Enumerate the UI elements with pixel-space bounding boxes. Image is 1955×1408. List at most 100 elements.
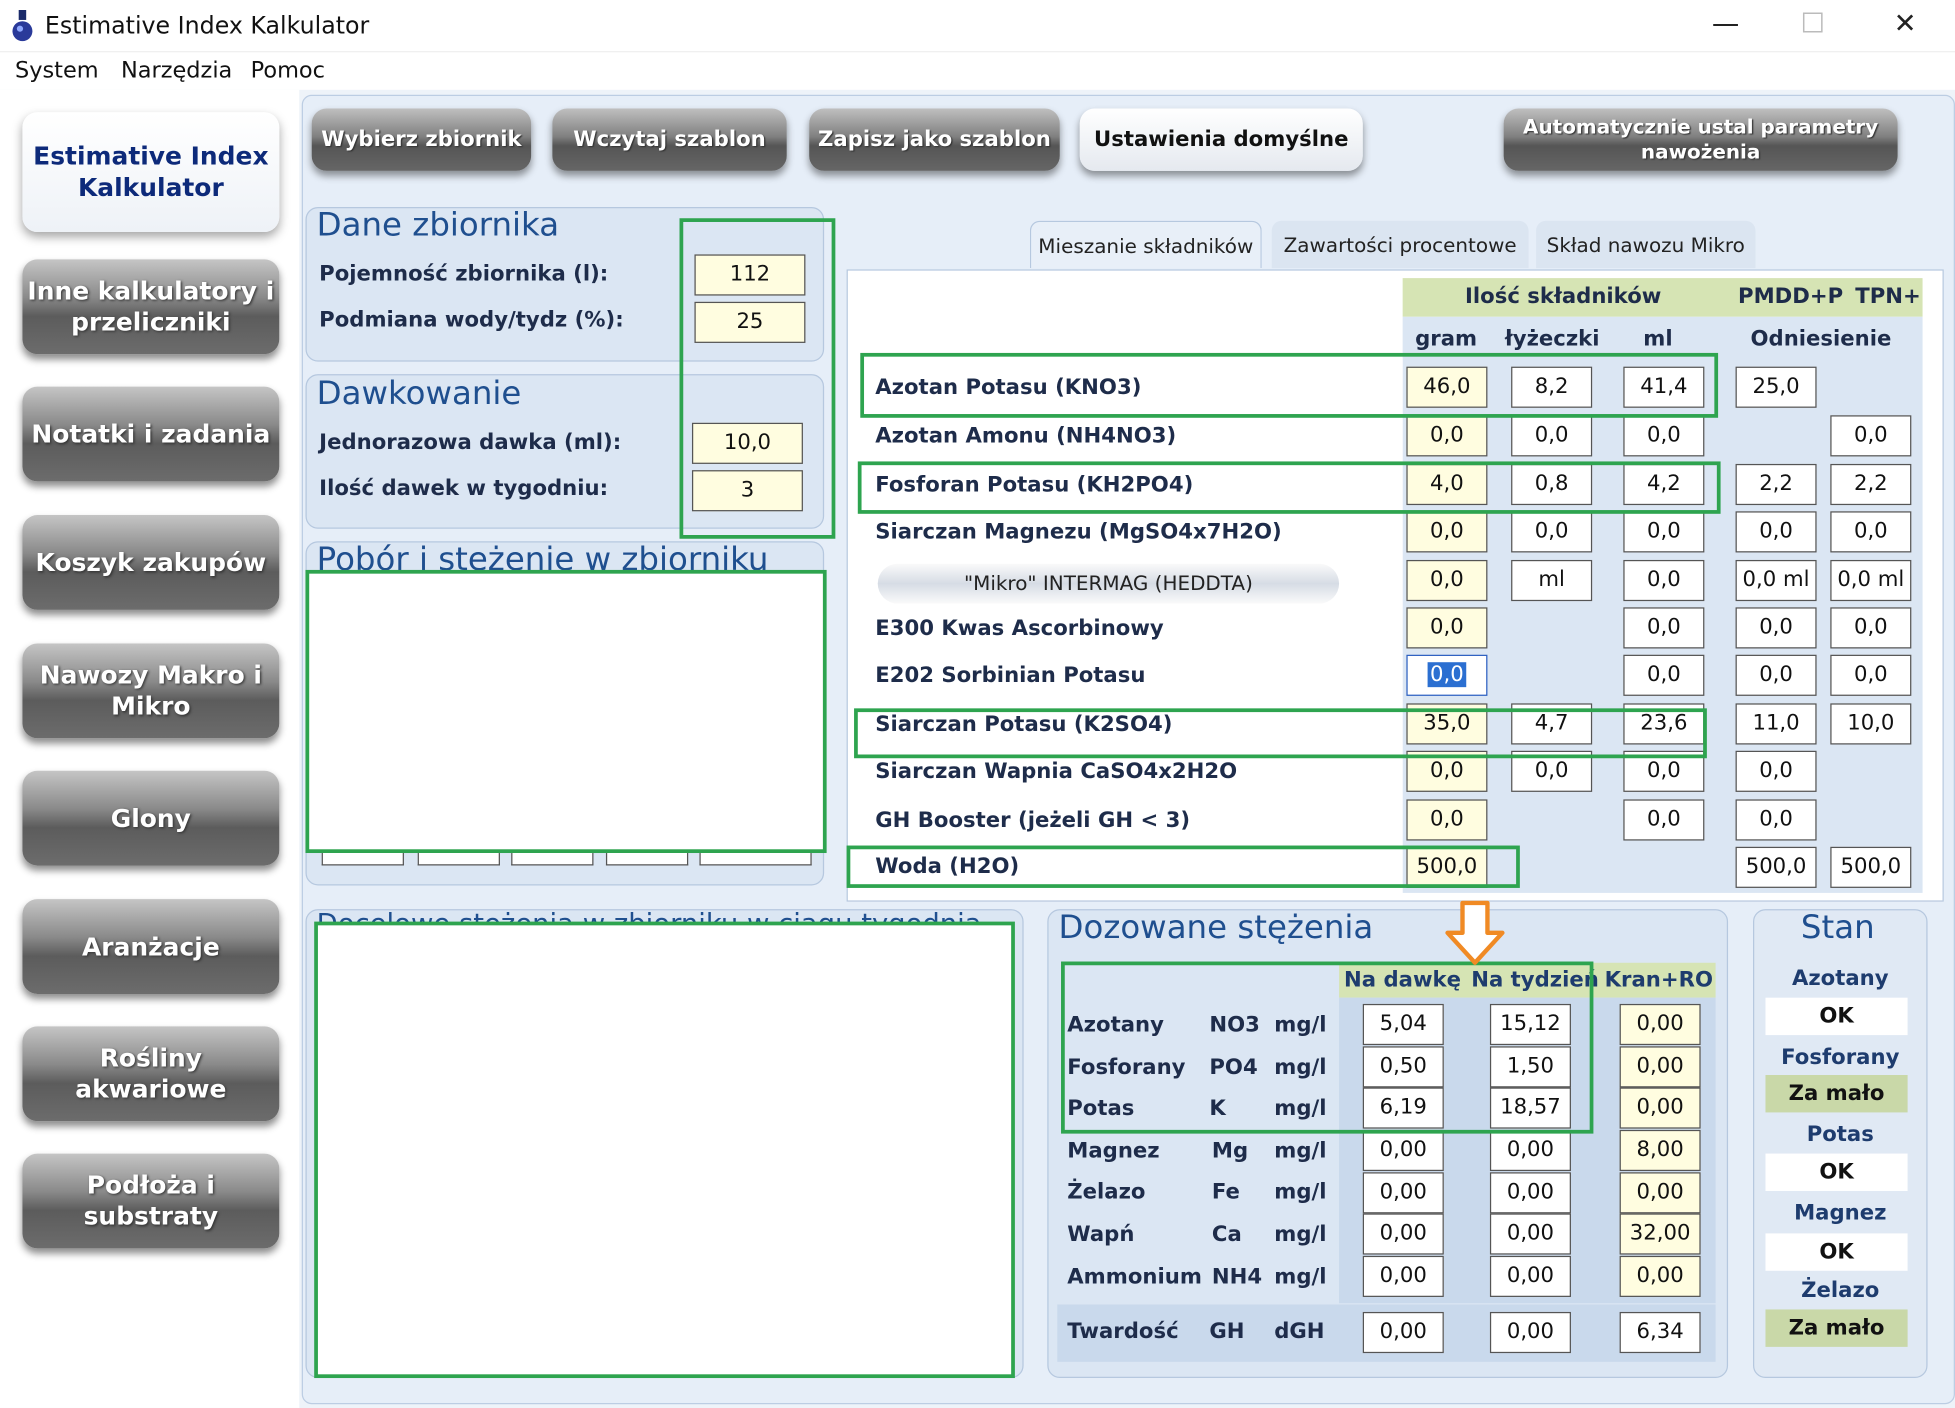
dosed-tap-input[interactable]: 8,00 xyxy=(1619,1129,1701,1172)
mix-row-label: E300 Kwas Ascorbinowy xyxy=(875,616,1164,642)
uptake-cell xyxy=(321,853,404,866)
highlight-weekly xyxy=(314,921,1015,1379)
mix-ml-field: 0,0 xyxy=(1623,511,1705,553)
mix-pmdd-field: 0,0 xyxy=(1735,607,1817,649)
hardness-dose-field: 0,00 xyxy=(1362,1311,1444,1354)
status-label: Potas xyxy=(1806,1122,1874,1148)
hardness-tap-field: 6,34 xyxy=(1619,1311,1701,1354)
highlight-k2so4 xyxy=(854,708,1707,759)
dosed-week-field: 0,00 xyxy=(1489,1172,1571,1214)
hdr-gram: gram xyxy=(1415,326,1478,352)
flask-icon xyxy=(12,9,33,42)
dosed-row-unit: mg/l xyxy=(1274,1138,1327,1164)
mix-gram-input[interactable]: 0,0 xyxy=(1406,559,1488,602)
mix-tpn-field: 0,0 ml xyxy=(1830,559,1912,602)
mix-gram-input[interactable]: 0,0 xyxy=(1406,415,1488,457)
highlight-kh2po4 xyxy=(857,461,1721,514)
status-badge: Za mało xyxy=(1765,1075,1908,1113)
menu-system[interactable]: System xyxy=(15,57,99,83)
auto-fertilize-button[interactable]: Automatycznie ustal parametry nawożenia xyxy=(1503,108,1898,171)
dosed-row-symbol: Ca xyxy=(1211,1222,1242,1248)
mix-pmdd-field: 2,2 xyxy=(1735,463,1817,506)
dosed-row-symbol: Mg xyxy=(1211,1138,1249,1164)
hardness-week-field: 0,00 xyxy=(1489,1311,1571,1354)
close-button[interactable]: ✕ xyxy=(1880,7,1930,44)
mix-gram-input[interactable]: 0,0 xyxy=(1406,511,1488,553)
nav-koszyk[interactable]: Koszyk zakupów xyxy=(22,515,280,610)
highlight-uptake xyxy=(305,569,827,854)
mix-gram-input-focused[interactable]: 0,0 xyxy=(1406,654,1488,696)
mix-gram-input[interactable]: 0,0 xyxy=(1406,607,1488,649)
hardness-symbol: GH xyxy=(1209,1319,1245,1345)
dose-label: Jednorazowa dawka (ml): xyxy=(319,430,622,456)
mix-gram-input[interactable]: 0,0 xyxy=(1406,799,1488,841)
status-badge: OK xyxy=(1765,997,1908,1036)
status-badge: OK xyxy=(1765,1153,1908,1191)
mix-ml-field: 0,0 xyxy=(1623,654,1705,696)
dosed-row-unit: mg/l xyxy=(1274,1222,1327,1248)
mikro-select-button[interactable]: "Mikro" INTERMAG (HEDDTA) xyxy=(877,563,1340,604)
dosed-row-symbol: NH4 xyxy=(1211,1264,1263,1290)
dosed-title: Dozowane stężenia xyxy=(1058,909,1374,947)
tab-zawartosci[interactable]: Zawartości procentowe xyxy=(1271,220,1529,269)
maximize-button[interactable]: ☐ xyxy=(1788,7,1838,44)
nav-estimative-index[interactable]: Estimative Index Kalkulator xyxy=(22,112,280,232)
dosed-dose-field: 0,00 xyxy=(1362,1129,1444,1172)
highlight-kno3 xyxy=(860,352,1719,418)
mix-pmdd-field: 11,0 xyxy=(1735,703,1817,745)
highlight-inputs xyxy=(679,218,836,539)
mix-pmdd-field: 0,0 xyxy=(1735,511,1817,553)
tab-mieszanie[interactable]: Mieszanie składników xyxy=(1029,220,1262,269)
dosed-tap-input[interactable]: 0,00 xyxy=(1619,1172,1701,1214)
hdr-ml: ml xyxy=(1643,326,1673,352)
window-title: Estimative Index Kalkulator xyxy=(44,12,370,40)
dosed-dose-field: 0,00 xyxy=(1362,1255,1444,1297)
hdr-tap: Kran+RO xyxy=(1604,967,1714,993)
nav-rosliny[interactable]: Rośliny akwariowe xyxy=(22,1026,280,1122)
load-template-button[interactable]: Wczytaj szablon xyxy=(552,108,787,171)
mix-tpn-field: 0,0 xyxy=(1830,607,1912,649)
mix-spoon-field: 0,0 xyxy=(1511,415,1593,457)
dosed-dose-field: 0,00 xyxy=(1362,1172,1444,1214)
tab-sklad-mikro[interactable]: Skład nawozu Mikro xyxy=(1536,220,1756,269)
status-label: Żelazo xyxy=(1801,1278,1880,1304)
select-tank-button[interactable]: Wybierz zbiornik xyxy=(311,108,532,171)
nav-aranzacje[interactable]: Aranżacje xyxy=(22,899,280,994)
capacity-label: Pojemność zbiornika (l): xyxy=(319,261,609,287)
minimize-button[interactable]: — xyxy=(1701,7,1751,44)
mix-tpn-field: 0,0 xyxy=(1830,415,1912,457)
nav-nawozy[interactable]: Nawozy Makro i Mikro xyxy=(22,643,280,739)
mix-row-label: Azotan Amonu (NH4NO3) xyxy=(875,424,1177,449)
menu-pomoc[interactable]: Pomoc xyxy=(251,57,325,83)
default-settings-button[interactable]: Ustawienia domyślne xyxy=(1079,108,1363,171)
save-template-button[interactable]: Zapisz jako szablon xyxy=(809,108,1060,171)
nav-podloza[interactable]: Podłoża i substraty xyxy=(22,1153,280,1249)
mix-row-label: GH Booster (jeżeli GH < 3) xyxy=(875,808,1191,834)
hdr-pmdd: PMDD+P xyxy=(1738,284,1844,310)
nav-glony[interactable]: Glony xyxy=(22,770,280,866)
dosed-tap-input[interactable]: 0,00 xyxy=(1619,1087,1701,1129)
mix-pmdd-field: 0,0 xyxy=(1735,750,1817,792)
dosed-tap-input[interactable]: 0,00 xyxy=(1619,1046,1701,1088)
doses-label: Ilość dawek w tygodniu: xyxy=(319,476,609,502)
mix-spoon-field: 0,0 xyxy=(1511,511,1593,553)
menu-narzedzia[interactable]: Narzędzia xyxy=(121,57,232,83)
dosed-dose-field: 0,00 xyxy=(1362,1213,1444,1255)
nav-notatki[interactable]: Notatki i zadania xyxy=(22,386,280,482)
nav-inne-kalkulatory[interactable]: Inne kalkulatory i przeliczniki xyxy=(22,259,280,355)
mix-pmdd-field: 0,0 xyxy=(1735,799,1817,841)
status-title: Stan xyxy=(1800,909,1875,947)
hdr-spoon: łyżeczki xyxy=(1504,326,1600,352)
dosed-tap-input[interactable]: 0,00 xyxy=(1619,1003,1701,1046)
mix-pmdd-field: 0,0 ml xyxy=(1735,559,1817,602)
mix-tpn-field: 2,2 xyxy=(1830,463,1912,506)
dosed-row-unit: mg/l xyxy=(1274,1264,1327,1290)
highlight-water xyxy=(846,845,1520,888)
mix-pmdd-field: 25,0 xyxy=(1735,366,1817,408)
dosed-tap-input[interactable]: 0,00 xyxy=(1619,1255,1701,1297)
arrow-down-icon xyxy=(1445,900,1505,965)
mix-tpn-field: 10,0 xyxy=(1830,703,1912,745)
selected-text: 0,0 xyxy=(1427,662,1467,688)
status-badge: OK xyxy=(1765,1233,1908,1271)
dosed-tap-input[interactable]: 32,00 xyxy=(1619,1213,1701,1255)
